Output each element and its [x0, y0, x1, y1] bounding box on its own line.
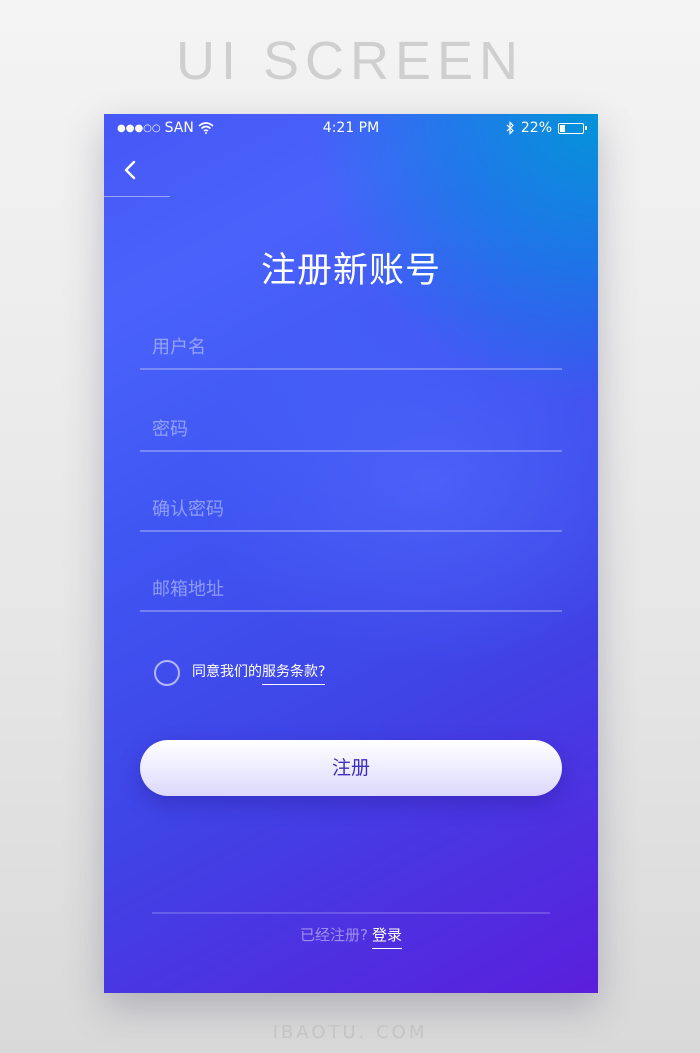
status-bar: ●●●○○ SAN 4:21 PM 22% [104, 114, 598, 142]
agreement-text: 同意我们的 服务条款? [192, 661, 326, 685]
footer-brand: IBAOTU. COM [272, 1022, 428, 1043]
username-field [140, 328, 562, 370]
confirm-password-field [140, 490, 562, 532]
battery-level-fill [560, 124, 565, 132]
password-field [140, 410, 562, 452]
phone-screen: ●●●○○ SAN 4:21 PM 22% 注册新账号 用户名 邮箱地址 同意我… [104, 114, 598, 993]
back-button[interactable] [120, 158, 142, 184]
status-right: 22% [506, 120, 587, 136]
battery-percent: 22% [520, 120, 552, 136]
password-input[interactable] [152, 419, 552, 440]
chevron-left-icon [124, 160, 136, 180]
battery-icon [558, 122, 587, 134]
agreement-row: 同意我们的 服务条款? [154, 660, 326, 686]
header-divider [104, 196, 170, 197]
bluetooth-icon [506, 121, 514, 135]
email-input[interactable] [152, 579, 552, 600]
terms-link[interactable]: 服务条款? [262, 661, 326, 685]
banner-title: UI SCREEN [175, 31, 525, 91]
agree-radio[interactable] [154, 660, 180, 686]
login-link[interactable]: 登录 [371, 926, 402, 949]
confirm-password-input[interactable] [152, 499, 552, 520]
agreement-prefix: 同意我们的 [192, 664, 262, 680]
username-input[interactable] [152, 337, 552, 358]
login-prompt: 已经注册? 登录 [104, 924, 598, 949]
footer-divider [152, 912, 550, 914]
already-registered-text: 已经注册? [300, 926, 368, 944]
email-field [140, 570, 562, 612]
register-button[interactable]: 注册 [140, 740, 562, 796]
page-title: 注册新账号 [260, 251, 441, 291]
